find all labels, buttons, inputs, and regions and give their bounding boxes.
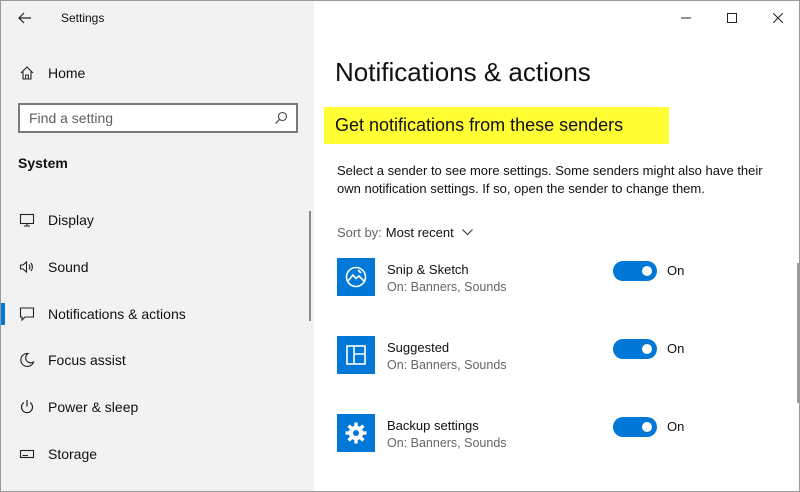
sender-status: On: Banners, Sounds xyxy=(387,280,507,294)
sidebar-item-notifications[interactable]: Notifications & actions xyxy=(1,290,314,337)
sender-name: Backup settings xyxy=(387,418,479,433)
sidebar-item-label: Storage xyxy=(48,445,98,462)
minimize-button[interactable] xyxy=(663,1,709,35)
main-content: Notifications & actions Get notification… xyxy=(314,1,799,491)
power-icon xyxy=(18,398,36,416)
sort-value: Most recent xyxy=(385,225,454,240)
sidebar-section-title: System xyxy=(18,155,68,171)
gear-icon xyxy=(337,414,375,452)
title-bar: Settings xyxy=(1,1,314,35)
section-description: Select a sender to see more settings. So… xyxy=(337,163,763,196)
back-arrow-icon xyxy=(18,12,31,24)
display-icon xyxy=(18,211,36,229)
toggle-knob xyxy=(642,344,652,354)
sidebar-item-label: Display xyxy=(48,212,94,229)
sidebar-item-label: Home xyxy=(48,65,86,81)
sidebar-item-power-sleep[interactable]: Power & sleep xyxy=(1,384,314,431)
app-title: Settings xyxy=(61,11,105,25)
sender-toggle[interactable] xyxy=(613,261,657,281)
search-icon xyxy=(275,111,288,124)
toggle-state-label: On xyxy=(667,263,685,278)
maximize-button[interactable] xyxy=(709,1,755,35)
sidebar-item-display[interactable]: Display xyxy=(1,197,314,244)
sender-status: On: Banners, Sounds xyxy=(387,358,507,372)
toggle-knob xyxy=(642,422,652,432)
toggle-state-label: On xyxy=(667,341,685,356)
search-input[interactable] xyxy=(29,110,259,126)
sender-name: Snip & Sketch xyxy=(387,262,469,277)
window-controls xyxy=(663,1,799,35)
sound-icon xyxy=(18,258,36,276)
moon-icon xyxy=(18,351,36,369)
sidebar-scrollbar[interactable] xyxy=(309,211,311,321)
sidebar: Settings Home System xyxy=(1,1,314,491)
page-title: Notifications & actions xyxy=(335,57,591,87)
sort-label: Sort by: xyxy=(337,225,382,240)
sidebar-item-focus-assist[interactable]: Focus assist xyxy=(1,337,314,384)
sender-item[interactable]: Backup settings On: Banners, Sounds On xyxy=(337,414,777,458)
sidebar-item-sound[interactable]: Sound xyxy=(1,244,314,291)
toggle-knob xyxy=(642,266,652,276)
sidebar-item-label: Focus assist xyxy=(48,352,126,369)
sidebar-item-home[interactable]: Home xyxy=(1,57,314,89)
section-heading: Get notifications from these senders xyxy=(324,107,669,144)
close-icon xyxy=(773,13,783,23)
sender-item[interactable]: Suggested On: Banners, Sounds On xyxy=(337,336,777,380)
sidebar-item-storage[interactable]: Storage xyxy=(1,430,314,477)
sidebar-item-label: Sound xyxy=(48,259,89,276)
settings-window: Settings Home System xyxy=(0,0,800,492)
toggle-state-label: On xyxy=(667,419,685,434)
home-icon xyxy=(18,64,36,82)
sender-name: Suggested xyxy=(387,340,450,355)
back-button[interactable] xyxy=(1,1,49,35)
suggested-icon xyxy=(337,336,375,374)
sidebar-nav: Display Sound Notifications & actions Fo… xyxy=(1,197,314,477)
sender-toggle[interactable] xyxy=(613,417,657,437)
sender-status: On: Banners, Sounds xyxy=(387,436,507,450)
sender-toggle[interactable] xyxy=(613,339,657,359)
sender-item[interactable]: Snip & Sketch On: Banners, Sounds On xyxy=(337,258,777,302)
search-box[interactable] xyxy=(18,103,298,133)
notifications-icon xyxy=(18,305,36,323)
sort-dropdown[interactable]: Sort by: Most recent xyxy=(337,225,473,240)
maximize-icon xyxy=(727,13,737,23)
storage-icon xyxy=(18,445,36,463)
sidebar-item-label: Power & sleep xyxy=(48,399,139,416)
chevron-down-icon xyxy=(461,229,473,236)
minimize-icon xyxy=(681,17,691,19)
sidebar-item-label: Notifications & actions xyxy=(48,305,186,322)
snip-sketch-icon xyxy=(337,258,375,296)
close-button[interactable] xyxy=(755,1,799,35)
